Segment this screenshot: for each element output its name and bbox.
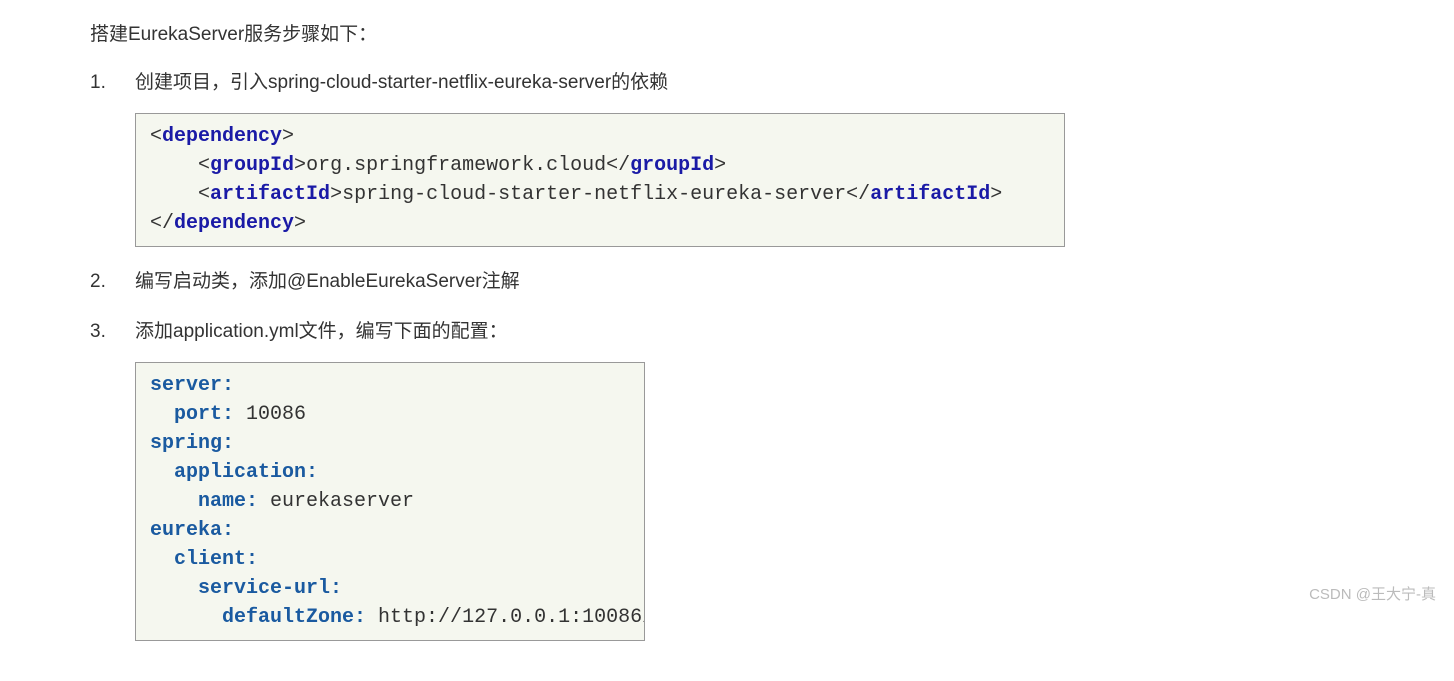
intro-text: 搭建EurekaServer服务步骤如下： xyxy=(90,20,1364,50)
yaml-code-block: server: port: 10086 spring: application:… xyxy=(135,362,645,641)
yaml-port-key: port: xyxy=(174,403,234,426)
yaml-name-key: name: xyxy=(198,490,258,513)
tag-groupid-close: groupId xyxy=(630,154,714,177)
yaml-eureka: eureka: xyxy=(150,519,234,542)
step-3-text: 添加application.yml文件，编写下面的配置： xyxy=(135,321,508,342)
steps-list: 创建项目，引入spring-cloud-starter-netflix-eure… xyxy=(90,68,1364,640)
tag-groupid-open: groupId xyxy=(210,154,294,177)
xml-code-block: <dependency> <groupId>org.springframewor… xyxy=(135,113,1065,247)
step-1-text: 创建项目，引入spring-cloud-starter-netflix-eure… xyxy=(135,72,668,93)
yaml-name-value: eurekaserver xyxy=(258,490,414,513)
yaml-server: server: xyxy=(150,374,234,397)
yaml-spring: spring: xyxy=(150,432,234,455)
yaml-client: client: xyxy=(174,548,258,571)
tag-dependency-open: dependency xyxy=(162,125,282,148)
yaml-defaultzone-key: defaultZone: xyxy=(222,606,366,629)
yaml-port-value: 10086 xyxy=(234,403,306,426)
step-2-text: 编写启动类，添加@EnableEurekaServer注解 xyxy=(135,271,520,292)
tag-dependency-close: dependency xyxy=(174,212,294,235)
step-1: 创建项目，引入spring-cloud-starter-netflix-eure… xyxy=(90,68,1364,246)
step-3: 添加application.yml文件，编写下面的配置： server: por… xyxy=(90,317,1364,640)
tag-artifactid-close: artifactId xyxy=(870,183,990,206)
step-2: 编写启动类，添加@EnableEurekaServer注解 xyxy=(90,267,1364,297)
groupid-value: org.springframework.cloud xyxy=(306,154,606,177)
artifactid-value: spring-cloud-starter-netflix-eureka-serv… xyxy=(342,183,846,206)
tag-artifactid-open: artifactId xyxy=(210,183,330,206)
watermark: CSDN @王大宁-真 xyxy=(1309,583,1436,607)
yaml-application: application: xyxy=(174,461,318,484)
yaml-service-url: service-url: xyxy=(198,577,342,600)
yaml-defaultzone-value: http://127.0.0.1:10086/eureka/ xyxy=(366,606,645,629)
